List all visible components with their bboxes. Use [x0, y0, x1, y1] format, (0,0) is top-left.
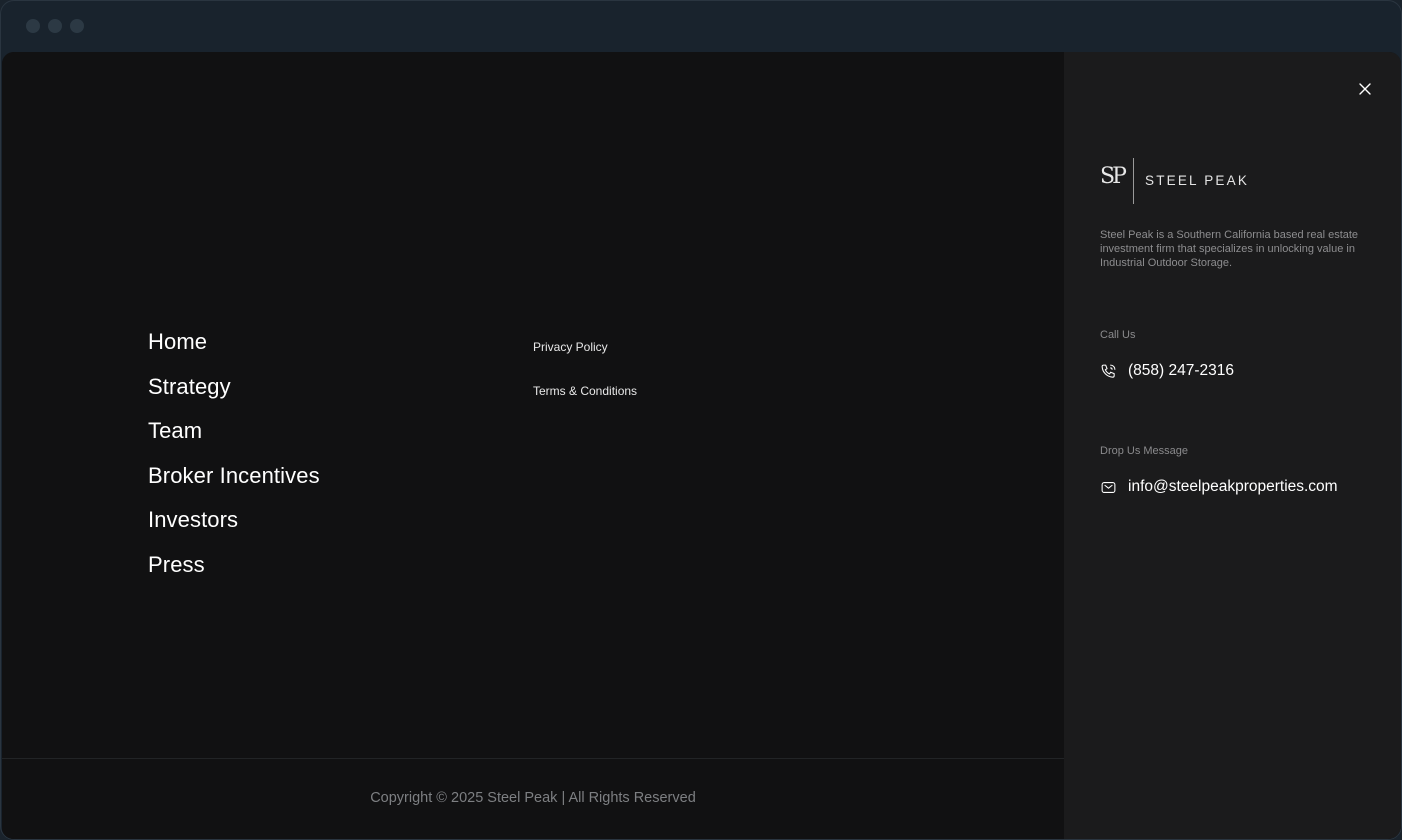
main-nav: Home Strategy Team Broker Incentives Inv…: [148, 320, 320, 587]
window-maximize-dot[interactable]: [70, 19, 84, 33]
nav-item-team[interactable]: Team: [148, 409, 320, 454]
drop-message-label: Drop Us Message: [1100, 445, 1189, 457]
window-minimize-dot[interactable]: [48, 19, 62, 33]
call-us-label: Call Us: [1100, 329, 1136, 341]
privacy-policy-link[interactable]: Privacy Policy: [533, 325, 637, 369]
email-address[interactable]: info@steelpeakproperties.com: [1128, 478, 1338, 496]
window-close-dot[interactable]: [26, 19, 40, 33]
logo-text: STEEL PEAK: [1145, 173, 1250, 188]
nav-item-home[interactable]: Home: [148, 320, 320, 365]
nav-item-broker-incentives[interactable]: Broker Incentives: [148, 454, 320, 499]
page-content: Home Strategy Team Broker Incentives Inv…: [2, 52, 1401, 839]
browser-window: Home Strategy Team Broker Incentives Inv…: [0, 0, 1402, 840]
logo-divider: [1133, 158, 1134, 204]
phone-icon: [1100, 363, 1117, 380]
close-button[interactable]: [1354, 78, 1376, 100]
company-description: Steel Peak is a Southern California base…: [1100, 229, 1359, 269]
copyright-text: Copyright © 2025 Steel Peak | All Rights…: [370, 790, 696, 806]
contact-side-panel: SP STEEL PEAK Steel Peak is a Southern C…: [1064, 52, 1401, 839]
legal-links: Privacy Policy Terms & Conditions: [533, 325, 637, 413]
nav-item-strategy[interactable]: Strategy: [148, 365, 320, 410]
footer-divider: [2, 758, 1064, 759]
phone-contact[interactable]: (858) 247-2316: [1100, 360, 1234, 382]
nav-item-press[interactable]: Press: [148, 543, 320, 588]
mail-icon: [1100, 479, 1117, 496]
nav-item-investors[interactable]: Investors: [148, 498, 320, 543]
steel-peak-logo[interactable]: SP STEEL PEAK: [1100, 156, 1280, 204]
menu-overlay-main: Home Strategy Team Broker Incentives Inv…: [2, 52, 1064, 839]
terms-conditions-link[interactable]: Terms & Conditions: [533, 369, 637, 413]
logo-mark: SP: [1100, 164, 1127, 189]
email-contact[interactable]: info@steelpeakproperties.com: [1100, 476, 1338, 498]
window-titlebar: [1, 1, 1401, 51]
phone-number[interactable]: (858) 247-2316: [1128, 362, 1234, 380]
close-icon: [1359, 83, 1371, 95]
